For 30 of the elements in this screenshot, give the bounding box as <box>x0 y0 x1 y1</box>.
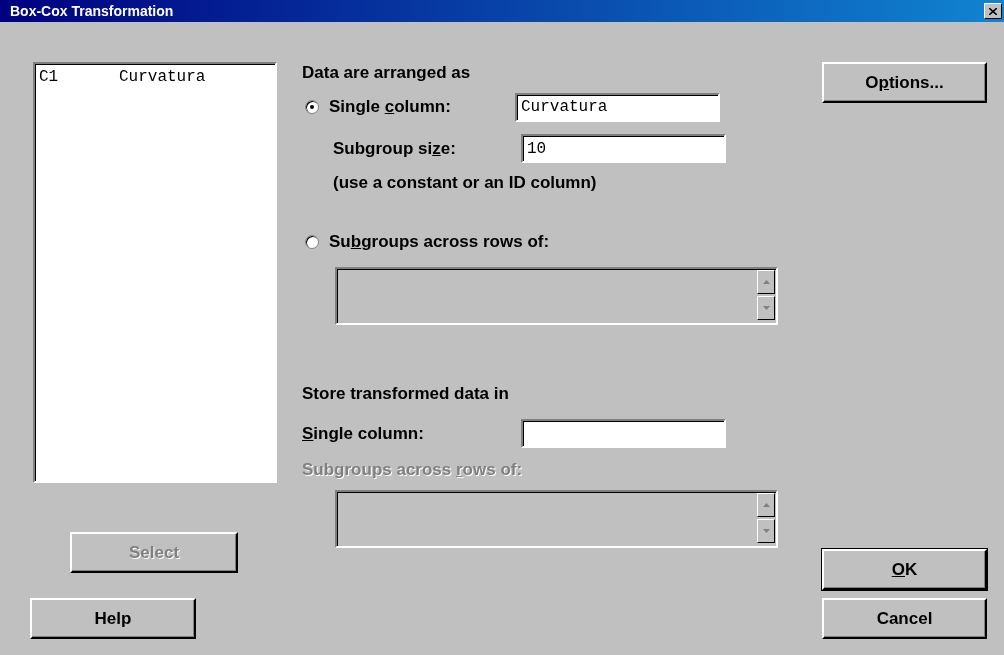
option-label[interactable]: Single column: <box>329 97 515 117</box>
input-field[interactable]: 10 <box>521 134 726 163</box>
help-button[interactable]: Help <box>30 598 196 639</box>
input-field[interactable] <box>521 419 726 448</box>
column-name: Curvatura <box>119 68 206 86</box>
close-button[interactable] <box>984 3 1002 19</box>
field-label: Subgroup size: <box>333 138 457 159</box>
section-heading: Store transformed data in <box>302 383 510 405</box>
window-title: Box-Cox Transformation <box>10 3 174 19</box>
cancel-button[interactable]: Cancel <box>822 598 987 639</box>
options-button[interactable]: Options... <box>822 62 987 103</box>
radio-button[interactable] <box>305 235 319 249</box>
triangle-down-icon <box>762 306 770 310</box>
column-id: C1 <box>39 68 60 86</box>
scroll-up-button[interactable] <box>757 270 775 294</box>
radio-button[interactable] <box>305 100 319 114</box>
triangle-up-icon <box>762 280 770 284</box>
ok-button[interactable]: OK <box>822 549 987 590</box>
field-label: Subgroups across rows of: <box>302 460 523 480</box>
hint-text: (use a constant or an ID column) <box>333 173 598 193</box>
variable-list[interactable]: C1 Curvatura <box>33 62 277 483</box>
input-field[interactable]: Curvatura <box>515 92 720 122</box>
option-label[interactable]: Subgroups across rows of: <box>329 232 550 252</box>
field-label: Single column: <box>302 423 425 444</box>
scroll-down-button[interactable] <box>757 296 775 320</box>
close-icon <box>989 7 997 15</box>
triangle-down-icon <box>762 529 770 533</box>
list-box[interactable] <box>335 267 778 325</box>
section-heading: Data are arranged as <box>302 62 472 84</box>
triangle-up-icon <box>762 503 770 507</box>
